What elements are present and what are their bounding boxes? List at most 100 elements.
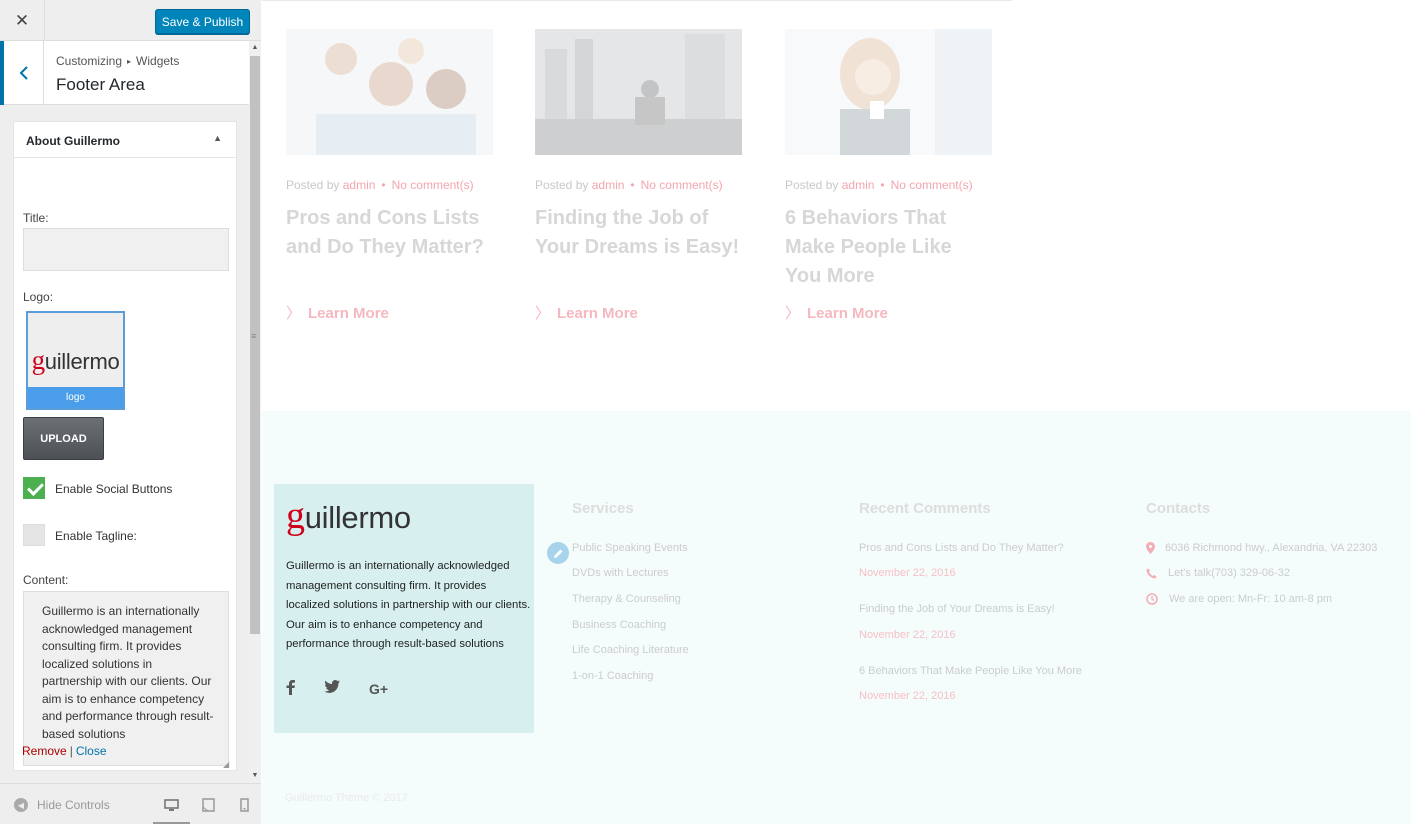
google-plus-icon[interactable]: G+ — [369, 681, 388, 697]
back-button[interactable] — [0, 41, 44, 105]
map-pin-icon — [1146, 542, 1155, 557]
learn-more-link[interactable]: 〉 Learn More — [286, 302, 389, 323]
post-comments-link[interactable]: No comment(s) — [392, 178, 474, 192]
post-title[interactable]: 6 Behaviors That Make People Like You Mo… — [785, 204, 965, 291]
desktop-preview-icon[interactable] — [163, 797, 179, 813]
post-author-link[interactable]: admin — [842, 178, 875, 192]
post-comments-link[interactable]: No comment(s) — [891, 178, 973, 192]
content-label: Content: — [23, 573, 69, 587]
panel-scrollbar[interactable]: ▲ ≡ ▼ — [249, 41, 261, 783]
services-title: Services — [572, 500, 634, 517]
post-author-link[interactable]: admin — [592, 178, 625, 192]
comment-date: November 22, 2016 — [859, 690, 956, 702]
close-customizer-button[interactable]: ✕ — [0, 0, 45, 41]
upload-button[interactable]: UPLOAD — [23, 417, 104, 460]
comment-link[interactable]: Pros and Cons Lists and Do They Matter? — [859, 542, 1064, 554]
phone-icon — [1146, 568, 1157, 582]
comment-date: November 22, 2016 — [859, 629, 956, 641]
social-buttons-checkbox[interactable] — [23, 477, 45, 499]
post-image-city[interactable] — [535, 29, 742, 155]
section-title: Footer Area — [56, 75, 145, 94]
about-widget: About Guillermo ▲ Title: Logo: guillermo… — [13, 121, 237, 771]
breadcrumb: Customizing ▸ Widgets — [56, 54, 179, 68]
customizer-sidebar: ✕ Save & Publish Customizing ▸ Widgets Foo… — [0, 0, 261, 824]
service-link[interactable]: Public Speaking Events — [572, 542, 688, 554]
social-buttons-label: Enable Social Buttons — [55, 482, 173, 496]
contacts-title: Contacts — [1146, 500, 1211, 517]
copyright-text: Guillermo Theme © 2017 — [285, 792, 408, 804]
learn-more-link[interactable]: 〉 Learn More — [785, 302, 888, 323]
chevron-left-icon — [19, 66, 28, 80]
grip-icon: ≡ — [251, 331, 257, 341]
contact-phone: Let's talk(703) 329-06-32 — [1168, 567, 1290, 579]
customizer-header: ✕ Save & Publish — [0, 0, 261, 41]
widget-actions: Remove | Close — [22, 744, 107, 758]
customizer-footer: ◀ Hide Controls — [0, 783, 261, 824]
title-input[interactable] — [23, 228, 229, 271]
close-icon: ✕ — [14, 10, 30, 30]
service-link[interactable]: Life Coaching Literature — [572, 644, 689, 656]
comment-link[interactable]: 6 Behaviors That Make People Like You Mo… — [859, 665, 1082, 677]
scroll-thumb[interactable] — [250, 56, 260, 634]
mobile-preview-icon[interactable] — [236, 797, 252, 813]
chevron-right-icon: 〉 — [535, 305, 551, 322]
collapse-icon: ◀ — [14, 798, 28, 812]
post-image-woman[interactable] — [785, 29, 992, 155]
facebook-icon[interactable] — [286, 680, 295, 699]
twitter-icon[interactable] — [324, 680, 340, 697]
top-divider — [262, 0, 1012, 1]
save-publish-button[interactable]: Save & Publish — [155, 9, 250, 34]
resize-grip-icon[interactable]: ◢ — [223, 760, 229, 769]
tagline-label: Enable Tagline: — [55, 529, 137, 543]
comment-date: November 22, 2016 — [859, 567, 956, 579]
tablet-preview-icon[interactable] — [200, 797, 216, 813]
post-title[interactable]: Finding the Job of Your Dreams is Easy! — [535, 204, 745, 262]
hide-controls-label: Hide Controls — [37, 798, 110, 812]
clock-icon — [1146, 593, 1158, 608]
chevron-right-icon: 〉 — [286, 305, 302, 322]
scroll-up-icon[interactable]: ▲ — [249, 41, 261, 55]
chevron-right-icon: 〉 — [785, 305, 801, 322]
service-link[interactable]: Business Coaching — [572, 619, 666, 631]
logo-thumbnail[interactable]: guillermo logo — [26, 311, 125, 410]
post-image-family[interactable] — [286, 29, 493, 155]
footer-logo: guillermo — [286, 495, 411, 537]
scroll-down-icon[interactable]: ▼ — [249, 769, 261, 783]
service-link[interactable]: 1-on-1 Coaching — [572, 670, 653, 682]
service-link[interactable]: DVDs with Lectures — [572, 567, 669, 579]
breadcrumb-parent: Customizing — [56, 54, 123, 68]
comment-link[interactable]: Finding the Job of Your Dreams is Easy! — [859, 603, 1055, 615]
breadcrumb-child: Widgets — [136, 54, 180, 68]
post-comments-link[interactable]: No comment(s) — [641, 178, 723, 192]
learn-more-link[interactable]: 〉 Learn More — [535, 302, 638, 323]
section-header: Customizing ▸ Widgets Footer Area — [0, 41, 249, 105]
post-title[interactable]: Pros and Cons Lists and Do They Matter? — [286, 204, 496, 262]
customizer-panel: Customizing ▸ Widgets Footer Area About Gu… — [0, 41, 249, 783]
contact-address: 6036 Richmond hwy., Alexandria, VA 22303 — [1165, 542, 1378, 554]
widget-title: About Guillermo — [26, 134, 120, 148]
widget-header[interactable]: About Guillermo ▲ — [14, 122, 236, 158]
service-link[interactable]: Therapy & Counseling — [572, 593, 681, 605]
caret-up-icon[interactable]: ▲ — [213, 133, 222, 143]
site-preview: Posted by admin • No comment(s) Pros and C… — [262, 0, 1411, 824]
actions-separator: | — [69, 744, 73, 758]
recent-comments-title: Recent Comments — [859, 500, 991, 517]
hide-controls-button[interactable]: ◀ Hide Controls — [14, 798, 110, 812]
remove-link[interactable]: Remove — [22, 744, 67, 758]
post-meta: Posted by admin • No comment(s) — [535, 178, 723, 192]
tagline-checkbox[interactable] — [23, 524, 45, 546]
post-meta: Posted by admin • No comment(s) — [286, 178, 474, 192]
close-link[interactable]: Close — [76, 744, 107, 758]
contact-hours: We are open: Mn-Fr: 10 am-8 pm — [1169, 593, 1333, 605]
breadcrumb-arrow-icon: ▸ — [127, 57, 132, 67]
logo-caption: logo — [28, 387, 123, 408]
logo-image: guillermo — [31, 345, 120, 375]
content-textarea[interactable]: Guillermo is an internationally acknowle… — [23, 591, 229, 766]
logo-label: Logo: — [23, 290, 54, 304]
footer-about-text: Guillermo is an internationally acknowle… — [286, 560, 531, 650]
footer-about-widget[interactable]: guillermo Guillermo is an internationall… — [274, 484, 534, 733]
edit-pencil-icon[interactable] — [547, 542, 569, 564]
post-meta: Posted by admin • No comment(s) — [785, 178, 973, 192]
title-label: Title: — [23, 211, 49, 225]
post-author-link[interactable]: admin — [343, 178, 376, 192]
